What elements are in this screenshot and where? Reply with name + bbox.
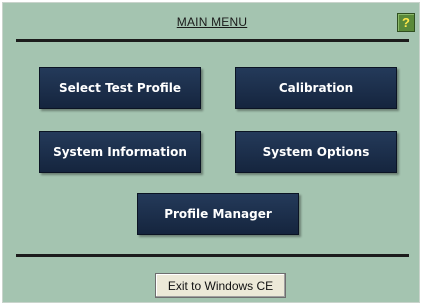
help-icon: ? bbox=[402, 15, 410, 30]
page-title: MAIN MENU bbox=[176, 15, 248, 29]
profile-manager-button[interactable]: Profile Manager bbox=[137, 193, 299, 235]
system-options-button[interactable]: System Options bbox=[235, 131, 397, 173]
top-divider bbox=[16, 39, 409, 42]
select-test-profile-button[interactable]: Select Test Profile bbox=[39, 67, 201, 109]
exit-to-windows-ce-button[interactable]: Exit to Windows CE bbox=[155, 273, 286, 298]
help-button[interactable]: ? bbox=[397, 13, 415, 32]
bottom-divider bbox=[16, 254, 409, 257]
system-information-button[interactable]: System Information bbox=[39, 131, 201, 173]
calibration-button[interactable]: Calibration bbox=[235, 67, 397, 109]
